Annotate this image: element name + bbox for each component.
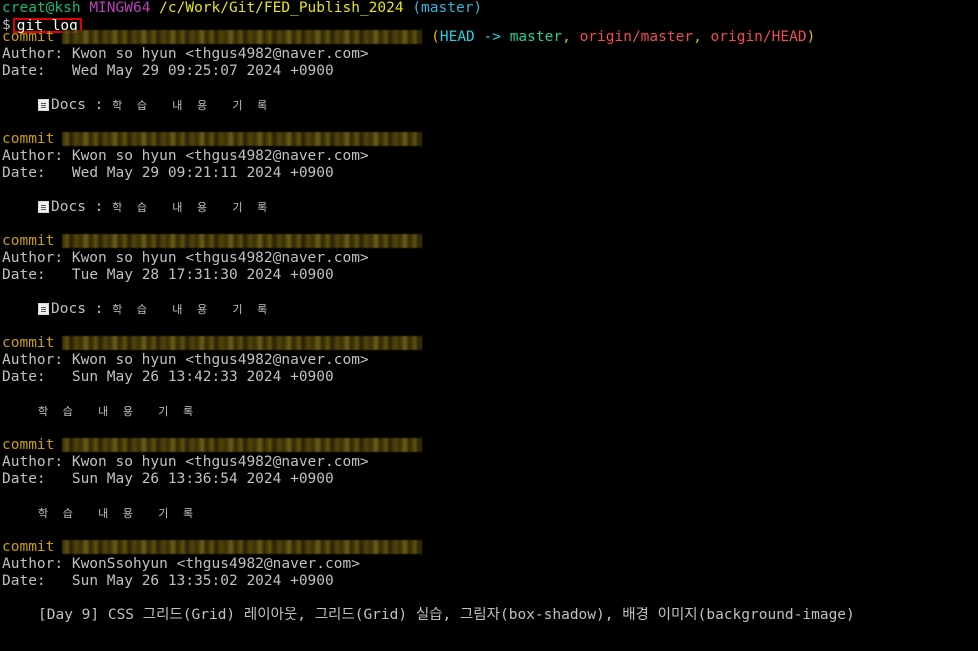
- commit-keyword: commit: [2, 539, 55, 555]
- prompt-branch: (master): [412, 0, 483, 16]
- date-line: Date: Sun May 26 13:36:54 2024 +0900: [2, 471, 334, 487]
- commit-date: Sun May 26 13:42:33 2024 +0900: [71, 369, 334, 385]
- commit-message: [Day 9] CSS 그리드(Grid) 레이아웃, 그리드(Grid) 실습…: [38, 607, 855, 623]
- head-ref-origin-head: origin/HEAD: [710, 29, 807, 45]
- author-line: Author: Kwon so hyun <thgus4982@naver.co…: [2, 148, 369, 164]
- commit-line: commit: [2, 437, 978, 454]
- date-line: Date: Sun May 26 13:35:02 2024 +0900: [2, 573, 334, 589]
- commit-message: Docs : 학 습 내 용 기 록: [2, 199, 978, 216]
- commit-author: Kwon so hyun <thgus4982@naver.com>: [71, 352, 369, 368]
- head-ref-master: master: [509, 29, 563, 45]
- commit-keyword: commit: [2, 335, 55, 351]
- commit-hash-redacted: [62, 132, 423, 146]
- commit-line: commit: [2, 539, 978, 556]
- commit-line: commit: [2, 335, 978, 352]
- commit-date: Sun May 26 13:35:02 2024 +0900: [71, 573, 334, 589]
- prompt-path: /c/Work/Git/FED_Publish_2024: [159, 0, 404, 16]
- head-ref-origin-master: origin/master: [579, 29, 694, 45]
- commit-author: Kwon so hyun <thgus4982@naver.com>: [71, 454, 369, 470]
- date-line: Date: Tue May 28 17:31:30 2024 +0900: [2, 267, 334, 283]
- commit-message: Docs : 학 습 내 용 기 록: [2, 97, 978, 114]
- commit-keyword: commit: [2, 437, 55, 453]
- commit-date: Tue May 28 17:31:30 2024 +0900: [71, 267, 334, 283]
- commit-keyword: commit: [2, 233, 55, 249]
- commit-hash-redacted: [62, 336, 423, 350]
- memo-icon: [38, 201, 49, 213]
- commit-hash-redacted: [62, 234, 423, 248]
- author-line: Author: Kwon so hyun <thgus4982@naver.co…: [2, 250, 369, 266]
- commit-line: commit: [2, 233, 978, 250]
- commit-hash-redacted: [62, 540, 423, 554]
- author-line: Author: KwonSsohyun <thgus4982@naver.com…: [2, 556, 360, 572]
- commit-date: Wed May 29 09:21:11 2024 +0900: [71, 165, 334, 181]
- head-ref: (HEAD -> master, origin/master, origin/H…: [431, 29, 816, 45]
- date-line: Date: Wed May 29 09:25:07 2024 +0900: [2, 63, 334, 79]
- commit-date: Wed May 29 09:25:07 2024 +0900: [71, 63, 334, 79]
- commit-keyword: commit: [2, 29, 55, 45]
- date-line: Date: Wed May 29 09:21:11 2024 +0900: [2, 165, 334, 181]
- author-line: Author: Kwon so hyun <thgus4982@naver.co…: [2, 454, 369, 470]
- prompt-line: creat@ksh MINGW64 /c/Work/Git/FED_Publis…: [2, 0, 978, 17]
- author-line: Author: Kwon so hyun <thgus4982@naver.co…: [2, 352, 369, 368]
- commit-hash-redacted: [62, 30, 423, 44]
- author-line: Author: Kwon so hyun <thgus4982@naver.co…: [2, 46, 369, 62]
- commit-author: KwonSsohyun <thgus4982@naver.com>: [71, 556, 360, 572]
- prompt-system: MINGW64: [89, 0, 151, 16]
- head-ref-head: HEAD ->: [439, 29, 510, 45]
- prompt-user-host: creat@ksh: [2, 0, 81, 16]
- commit-author: Kwon so hyun <thgus4982@naver.com>: [71, 148, 369, 164]
- commit-line: commit (HEAD -> master, origin/master, o…: [2, 29, 978, 46]
- commit-message: 학 습 내 용 기 록: [38, 405, 198, 418]
- commit-hash-redacted: [62, 438, 423, 452]
- memo-icon: [38, 303, 49, 315]
- commit-keyword: commit: [2, 131, 55, 147]
- commit-date: Sun May 26 13:36:54 2024 +0900: [71, 471, 334, 487]
- commit-author: Kwon so hyun <thgus4982@naver.com>: [71, 250, 369, 266]
- date-line: Date: Sun May 26 13:42:33 2024 +0900: [2, 369, 334, 385]
- commit-author: Kwon so hyun <thgus4982@naver.com>: [71, 46, 369, 62]
- commit-message: Docs : 학 습 내 용 기 록: [2, 301, 978, 318]
- terminal-window[interactable]: creat@ksh MINGW64 /c/Work/Git/FED_Publis…: [0, 0, 978, 651]
- commit-message: 학 습 내 용 기 록: [38, 507, 198, 520]
- commit-line: commit: [2, 131, 978, 148]
- memo-icon: [38, 99, 49, 111]
